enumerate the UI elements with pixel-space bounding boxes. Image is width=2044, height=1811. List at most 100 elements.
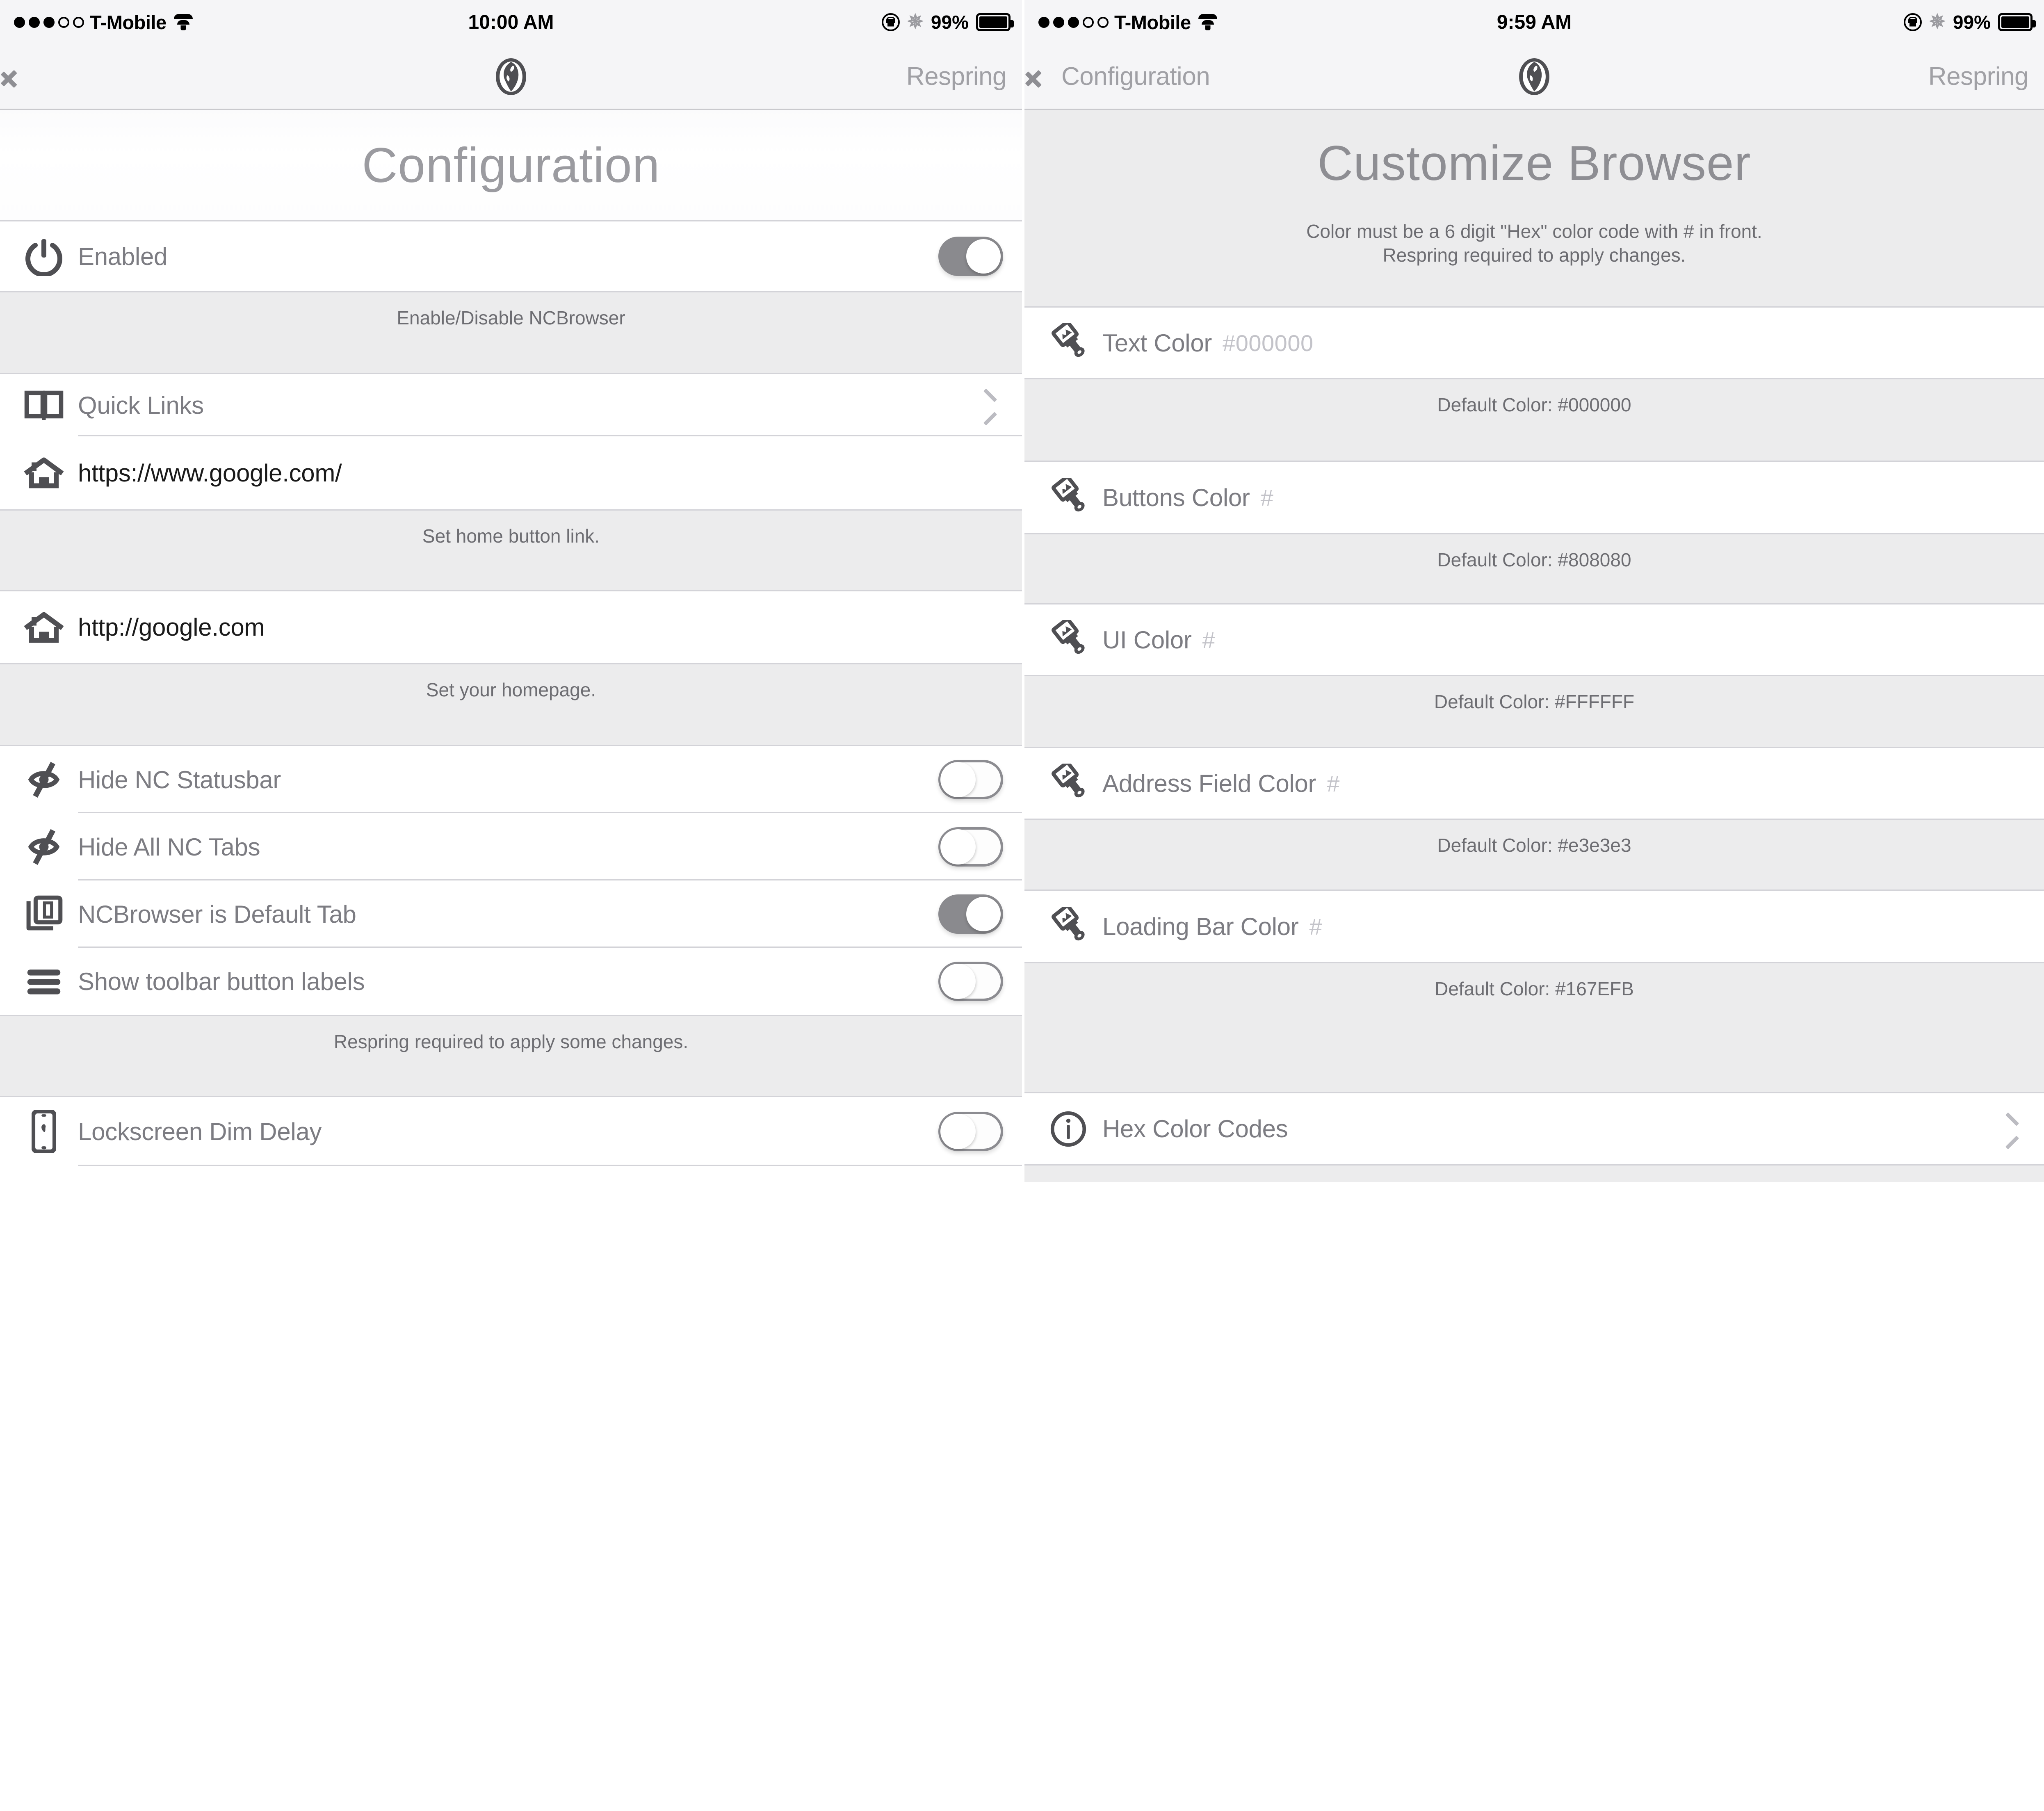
status-bar-right-group: ✵ 99% xyxy=(1903,11,2036,33)
toggle-lockscreen-dim-delay[interactable] xyxy=(938,1112,1003,1151)
hamburger-icon xyxy=(21,967,66,996)
row-hide-all-nc-tabs[interactable]: Hide All NC Tabs xyxy=(0,813,1022,880)
home-icon xyxy=(21,611,66,644)
row-label: Buttons Color xyxy=(1102,484,1250,511)
note-buttons-color: Default Color: #808080 xyxy=(1024,533,2044,604)
note-text: Default Color: #e3e3e3 xyxy=(1437,835,1631,856)
row-hide-nc-statusbar[interactable]: Hide NC Statusbar xyxy=(0,746,1022,813)
chevron-right-icon xyxy=(2006,1116,2020,1142)
row-label: UI Color xyxy=(1102,626,1192,654)
rotation-lock-icon xyxy=(1903,13,1922,31)
note-homepage: Set your homepage. xyxy=(0,663,1022,746)
row-address-field-color[interactable]: Address Field Color # xyxy=(1024,748,2044,819)
status-bar-left-group: T-Mobile xyxy=(14,11,193,34)
row-ui-color[interactable]: UI Color # xyxy=(1024,604,2044,675)
nav-bar-right: Configuration Respring xyxy=(1024,44,2044,110)
note-loading-bar-color: Default Color: #167EFB xyxy=(1024,962,2044,1093)
battery-icon xyxy=(976,13,1014,31)
status-bar-left: T-Mobile 10:00 AM ✵ 99% xyxy=(0,0,1022,44)
color-value-input[interactable]: # xyxy=(1202,627,1216,653)
globe-icon xyxy=(493,58,529,95)
carrier-label: T-Mobile xyxy=(1114,11,1191,33)
row-label: NCBrowser is Default Tab xyxy=(78,900,356,928)
note-text: Enable/Disable NCBrowser xyxy=(397,307,625,328)
row-label: Address Field Color xyxy=(1102,769,1316,797)
toggle-hide-nc-statusbar[interactable] xyxy=(938,760,1003,799)
row-loading-bar-color[interactable]: Loading Bar Color # xyxy=(1024,891,2044,962)
signal-dots-icon xyxy=(1038,16,1109,28)
home-icon xyxy=(21,456,66,490)
color-value-input[interactable]: #000000 xyxy=(1223,330,1314,356)
toggle-ncbrowser-default-tab[interactable] xyxy=(938,894,1003,934)
row-buttons-color[interactable]: Buttons Color # xyxy=(1024,462,2044,533)
row-ncbrowser-default-tab[interactable]: NCBrowser is Default Tab xyxy=(0,880,1022,948)
bluetooth-icon: ✵ xyxy=(1929,11,1946,33)
row-label: Lockscreen Dim Delay xyxy=(78,1118,322,1145)
back-button[interactable]: Configuration xyxy=(1038,62,1210,92)
row-show-toolbar-labels[interactable]: Show toolbar button labels xyxy=(0,948,1022,1015)
battery-percent-label: 99% xyxy=(1953,11,1991,33)
note-text: Default Color: #167EFB xyxy=(1435,978,1634,999)
home-url-value[interactable]: https://www.google.com/ xyxy=(78,459,342,487)
iphone-icon xyxy=(21,1110,66,1153)
respring-button[interactable]: Respring xyxy=(1928,62,2029,91)
status-bar-left-group: T-Mobile xyxy=(1038,11,1217,34)
row-quick-links[interactable]: Quick Links xyxy=(0,374,1022,436)
info-icon xyxy=(1046,1110,1091,1148)
row-label: Quick Links xyxy=(78,391,204,419)
paintbrush-icon xyxy=(1046,907,1091,946)
page-title-container: Customize Browser xyxy=(1024,110,2044,217)
battery-percent-label: 99% xyxy=(931,11,969,33)
note-enabled: Enable/Disable NCBrowser xyxy=(0,291,1022,374)
row-label: Loading Bar Color xyxy=(1102,912,1299,940)
row-hex-color-codes[interactable]: Hex Color Codes xyxy=(1024,1093,2044,1166)
row-lockscreen-dim-delay[interactable]: Lockscreen Dim Delay xyxy=(0,1097,1022,1166)
row-home-button-link[interactable]: https://www.google.com/ xyxy=(0,436,1022,509)
respring-button[interactable]: Respring xyxy=(906,62,1007,91)
clock-label: 10:00 AM xyxy=(468,11,554,33)
color-value-input[interactable]: # xyxy=(1309,913,1323,940)
row-enabled[interactable]: Enabled xyxy=(0,221,1022,291)
row-label: Text Color xyxy=(1102,329,1212,357)
row-text-color[interactable]: Text Color #000000 xyxy=(1024,308,2044,378)
status-bar-right-group: ✵ 99% xyxy=(881,11,1014,33)
note-text-color: Default Color: #000000 xyxy=(1024,378,2044,462)
note-text: Set home button link. xyxy=(422,525,600,547)
color-value-input[interactable]: # xyxy=(1327,770,1340,797)
globe-icon xyxy=(1516,58,1553,95)
clock-label: 9:59 AM xyxy=(1496,11,1572,33)
screen-configuration: T-Mobile 10:00 AM ✵ 99% Respring Configu… xyxy=(0,0,1022,1811)
eye-slash-icon xyxy=(21,761,66,798)
status-bar-right: T-Mobile 9:59 AM ✵ 99% xyxy=(1024,0,2044,44)
nav-bar-left: Respring xyxy=(0,44,1022,110)
chevron-left-icon xyxy=(13,62,30,92)
carrier-label: T-Mobile xyxy=(90,11,167,33)
page-title: Configuration xyxy=(362,137,660,193)
row-label: Hide All NC Tabs xyxy=(78,833,260,861)
homepage-url-value[interactable]: http://google.com xyxy=(78,613,265,641)
wifi-icon xyxy=(1198,14,1217,30)
row-label: Show toolbar button labels xyxy=(78,967,365,995)
toggle-hide-all-nc-tabs[interactable] xyxy=(938,827,1003,867)
note-home-button-link: Set home button link. xyxy=(0,509,1022,591)
paintbrush-icon xyxy=(1046,323,1091,363)
page-title: Customize Browser xyxy=(1317,136,1751,191)
row-label: Hide NC Statusbar xyxy=(78,766,281,794)
wifi-icon xyxy=(173,14,193,30)
paintbrush-icon xyxy=(1046,478,1091,517)
instruction-line-2: Respring required to apply changes. xyxy=(1382,244,1686,266)
note-text: Default Color: #000000 xyxy=(1437,394,1631,415)
row-label: Hex Color Codes xyxy=(1102,1115,1288,1143)
book-icon xyxy=(21,389,66,421)
toggle-show-toolbar-labels[interactable] xyxy=(938,962,1003,1001)
back-button[interactable] xyxy=(13,62,37,92)
row-homepage[interactable]: http://google.com xyxy=(0,591,1022,663)
note-show-toolbar-labels: Respring required to apply some changes. xyxy=(0,1015,1022,1097)
power-icon xyxy=(21,237,66,276)
toggle-enabled[interactable] xyxy=(938,237,1003,276)
row-label: Enabled xyxy=(78,242,168,270)
note-text: Set your homepage. xyxy=(426,679,596,700)
color-value-input[interactable]: # xyxy=(1261,484,1274,511)
bottom-spacer xyxy=(1024,1166,2044,1182)
eye-slash-icon xyxy=(21,828,66,866)
